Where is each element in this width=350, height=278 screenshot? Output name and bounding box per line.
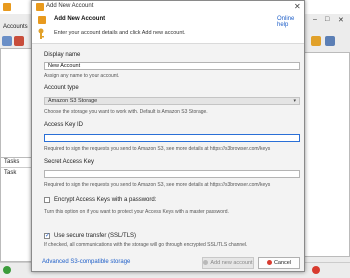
online-help-link[interactable]: Online help [277,16,304,28]
account-type-select[interactable]: Amazon S3 Storage ▾ [44,97,300,105]
add-account-button[interactable]: Add new account [202,257,254,269]
display-name-input[interactable]: New Account [44,62,300,70]
dialog-footer: Advanced S3-compatible storage Add new a… [32,255,304,271]
display-name-hint: Assign any name to your account. [44,73,120,79]
secret-key-label: Secret Access Key [44,159,95,165]
cancel-icon [266,260,272,266]
header-logo-icon [38,16,46,24]
account-type-hint: Choose the storage you want to work with… [44,109,208,115]
tab-tasks[interactable]: Tasks [4,159,19,165]
secret-key-input[interactable] [44,170,300,178]
menu-accounts[interactable]: Accounts [3,24,28,30]
app-logo-icon [3,3,11,11]
header-subtitle: Enter your account details and click Add… [54,30,186,36]
key-icon [38,28,44,39]
secure-transfer-hint: If checked, all communications with the … [44,242,248,248]
secure-transfer-label[interactable]: Use secure transfer (SSL/TLS) [54,233,136,239]
dialog-title: Add New Account [46,3,94,9]
maximize-icon[interactable]: □ [325,16,329,23]
secret-key-hint: Required to sign the requests you send t… [44,182,271,188]
dialog-close-icon[interactable]: ✕ [294,2,301,11]
dialog-titlebar: Add New Account ✕ [32,1,304,13]
delete-bucket-icon[interactable] [14,36,24,46]
status-error-icon [312,266,320,274]
account-type-value: Amazon S3 Storage [48,98,98,104]
dialog-app-icon [36,3,44,11]
header-title: Add New Account [54,16,106,22]
add-icon [203,260,209,266]
advanced-settings-link[interactable]: Advanced S3-compatible storage [42,259,130,265]
account-type-label: Account type [44,85,79,91]
dialog-header: Add New Account Online help Enter your a… [32,13,304,44]
encrypt-keys-hint: Turn this option on if you want to prote… [44,209,229,215]
chevron-down-icon: ▾ [293,98,296,104]
lock-icon[interactable] [311,36,321,46]
status-ok-icon [3,266,11,274]
encrypt-keys-checkbox[interactable] [44,197,50,203]
settings-icon[interactable] [325,36,335,46]
minimize-icon[interactable]: – [313,16,317,23]
access-key-input[interactable] [44,134,300,142]
close-window-icon[interactable]: ✕ [338,16,344,24]
tasks-column-header: Task [4,170,17,176]
cancel-button-label: Cancel [273,260,292,266]
secure-transfer-checkbox[interactable] [44,232,50,239]
add-account-button-label: Add new account [210,260,253,266]
encrypt-keys-label[interactable]: Encrypt Access Keys with a password: [54,197,156,203]
new-bucket-icon[interactable] [2,36,12,46]
cancel-button[interactable]: Cancel [258,257,300,269]
access-key-label: Access Key ID [44,122,84,128]
add-account-dialog: Add New Account ✕ Add New Account Online… [31,0,305,272]
right-panel [303,52,350,257]
display-name-label: Display name [44,52,81,58]
access-key-hint: Required to sign the requests you send t… [44,146,271,152]
